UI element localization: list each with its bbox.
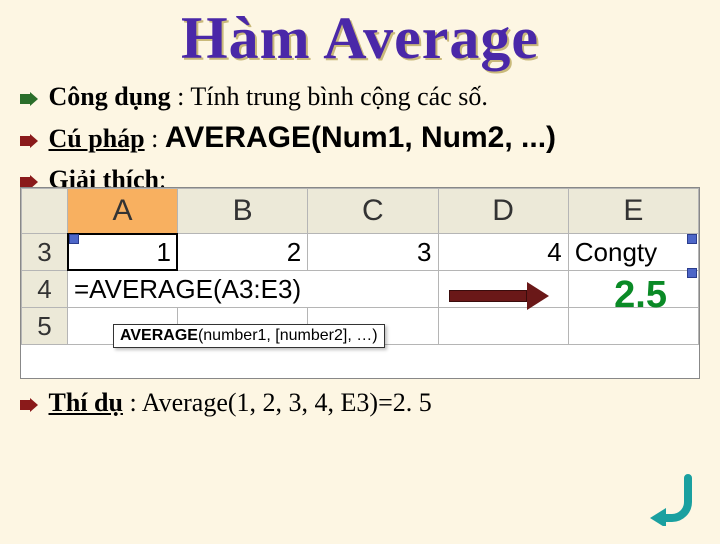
example-line: Thí dụ : Average(1, 2, 3, 4, E3)=2. 5 [20,387,700,418]
row-header: 5 [22,308,68,345]
row-header: 3 [22,234,68,271]
cell-B3[interactable]: 2 [178,234,308,271]
example-text: : Average(1, 2, 3, 4, E3)=2. 5 [129,388,431,417]
col-header-A: A [68,189,178,234]
range-marker-icon [69,234,79,244]
cell-A4-formula[interactable]: =AVERAGE(A3:E3) [68,271,439,308]
cell-E3[interactable]: Congty [568,234,698,271]
syntax-line: Cú pháp : AVERAGE(Num1, Num2, ...) [20,120,700,156]
return-arrow-icon[interactable] [646,472,700,526]
col-header-C: C [308,189,438,234]
result-value: 2.5 [614,274,667,317]
tooltip-fn-args: (number1, [number2], …) [198,327,378,344]
corner-cell [22,189,68,234]
range-marker-icon [687,234,697,244]
col-header-D: D [438,189,568,234]
arrow-icon [20,165,38,179]
arrow-icon [20,82,38,96]
col-header-B: B [178,189,308,234]
function-tooltip: AVERAGE(number1, [number2], …) [113,324,385,348]
header-row: A B C D E [22,189,699,234]
range-marker-icon [687,268,697,278]
row-header: 4 [22,271,68,308]
arrow-icon [20,388,38,402]
table-row: 3 1 2 3 4 Congty [22,234,699,271]
spreadsheet: A B C D E 3 1 2 3 4 Congty 4 =AVERAGE(A3… [20,187,700,379]
usage-label: Công dụng [49,82,171,111]
spreadsheet-table: A B C D E 3 1 2 3 4 Congty 4 =AVERAGE(A3… [21,188,699,345]
arrow-icon [20,124,38,138]
example-label: Thí dụ [49,388,123,417]
cell-D3[interactable]: 4 [438,234,568,271]
col-header-E: E [568,189,698,234]
usage-text: : Tính trung bình cộng các số. [177,82,488,111]
syntax-function: AVERAGE(Num1, Num2, ...) [165,121,556,154]
cell-C3[interactable]: 3 [308,234,438,271]
tooltip-fn-name: AVERAGE [120,327,198,344]
cell-A3[interactable]: 1 [68,234,178,271]
result-arrow-icon [449,278,549,314]
usage-line: Công dụng : Tính trung bình cộng các số. [20,81,700,112]
syntax-label: Cú pháp [49,124,145,153]
syntax-colon: : [151,124,165,153]
example-wrap: Thí dụ : Average(1, 2, 3, 4, E3)=2. 5 [0,387,720,418]
table-row: 4 =AVERAGE(A3:E3) [22,271,699,308]
slide-body: Công dụng : Tính trung bình cộng các số.… [0,81,720,195]
slide-title: Hàm Average [0,4,720,73]
